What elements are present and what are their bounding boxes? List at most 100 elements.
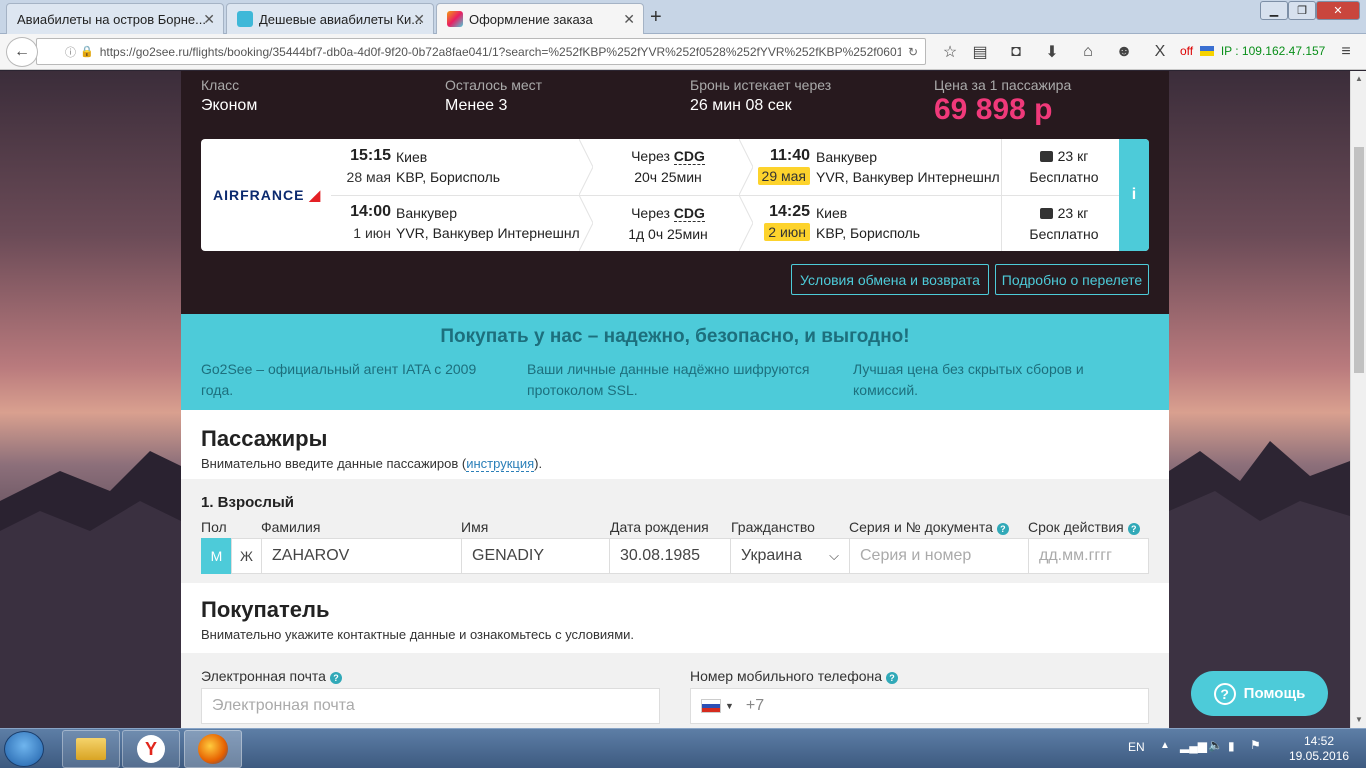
volume-icon[interactable]: 🔈 xyxy=(1208,738,1223,752)
passengers-subtitle: Внимательно введите данные пассажиров (и… xyxy=(201,456,1149,472)
via-airport-code[interactable]: CDG xyxy=(673,148,705,165)
help-question-icon[interactable]: ? xyxy=(329,672,342,684)
via-label: Через xyxy=(631,148,670,164)
name-input[interactable]: GENADIY xyxy=(461,538,610,574)
transfer-line: Через CDG xyxy=(601,203,735,224)
surname-input[interactable]: ZAHAROV xyxy=(261,538,462,574)
email-input[interactable]: Электронная почта xyxy=(201,688,660,724)
scroll-up-icon[interactable]: ▲ xyxy=(1351,71,1366,87)
download-icon[interactable]: ⬇ xyxy=(1038,39,1066,65)
phone-label-wrap: Номер мобильного телефона? xyxy=(690,668,899,684)
browser-tab-3[interactable]: Оформление заказа ✕ xyxy=(436,3,644,34)
leg1-departure-place: Киев KBP, Борисполь xyxy=(396,147,576,203)
windows-start-icon[interactable] xyxy=(4,731,44,767)
page-scrollbar[interactable]: ▲ ▼ xyxy=(1350,71,1366,728)
reload-icon[interactable]: ↻ xyxy=(901,45,925,59)
russia-flag-icon[interactable] xyxy=(701,699,721,713)
tray-expand-icon[interactable]: ▲ xyxy=(1160,740,1170,751)
passengers-title: Пассажиры xyxy=(201,426,328,451)
birth-date-input[interactable]: 30.08.1985 xyxy=(609,538,731,574)
browser-tab-1[interactable]: Авиабилеты на остров Борне... ✕ xyxy=(6,3,224,34)
phone-label: Номер мобильного телефона xyxy=(690,668,883,684)
airfrance-swoosh-icon: ◢ xyxy=(309,187,322,203)
leg1-arrival-place: Ванкувер YVR, Ванкувер Интернешнл xyxy=(816,147,1000,203)
subtitle-text: ). xyxy=(534,456,543,471)
citizenship-value: Украина xyxy=(741,547,802,564)
notification-icon[interactable]: ⚑ xyxy=(1250,738,1261,752)
x-extension-icon[interactable]: X xyxy=(1146,39,1174,65)
departure-city: Киев xyxy=(396,149,428,165)
address-bar[interactable]: ⓘ 🔒 https://go2see.ru/flights/booking/35… xyxy=(36,38,926,65)
window-close-icon[interactable]: ✕ xyxy=(1316,1,1360,20)
browser-tab-2[interactable]: Дешевые авиабилеты Ки... ✕ xyxy=(226,3,434,34)
help-question-icon[interactable]: ? xyxy=(886,672,899,684)
tab-title: Дешевые авиабилеты Ки... xyxy=(259,11,423,27)
via-airport-code[interactable]: CDG xyxy=(673,205,705,222)
language-indicator[interactable]: EN xyxy=(1128,740,1145,754)
battery-icon[interactable]: ▮ xyxy=(1228,739,1235,753)
pocket-icon[interactable]: ◘ xyxy=(1002,39,1030,65)
lock-icon: 🔒 xyxy=(80,46,94,58)
taskbar-clock[interactable]: 14:52 19.05.2016 xyxy=(1286,734,1352,764)
expires-info: Бронь истекает через 26 мин 08 сек xyxy=(690,77,831,115)
back-arrow-icon[interactable]: ← xyxy=(6,37,38,67)
scroll-down-icon[interactable]: ▼ xyxy=(1351,712,1366,728)
vpn-off-label: off xyxy=(1180,44,1194,58)
close-tab-icon[interactable]: ✕ xyxy=(623,11,635,28)
arrival-city: Ванкувер xyxy=(816,149,877,165)
gender-female-button[interactable]: Ж xyxy=(231,538,262,574)
scrollbar-thumb[interactable] xyxy=(1354,147,1364,373)
help-label: Помощь xyxy=(1243,685,1306,702)
seats-info: Осталось мест Менее 3 xyxy=(445,77,542,115)
document-number-input[interactable]: Серия и номер xyxy=(849,538,1029,574)
departure-time: 15:15 xyxy=(350,147,391,164)
leg2-departure-time: 14:00 1 июн xyxy=(341,203,391,251)
gender-male-button[interactable]: М xyxy=(201,538,232,574)
home-icon[interactable]: ⌂ xyxy=(1074,39,1102,65)
passenger-form: 1. Взрослый Пол Фамилия Имя Дата рождени… xyxy=(181,479,1169,583)
help-question-icon[interactable]: ? xyxy=(996,523,1009,535)
firefox-icon[interactable] xyxy=(184,730,242,768)
url-text[interactable]: https://go2see.ru/flights/booking/35444b… xyxy=(100,45,901,59)
ip-indicator[interactable]: off IP : 109.162.47.157 xyxy=(1180,44,1325,58)
windows-taskbar: Y EN ▲ ▂▄▆ 🔈 ▮ ⚑ 14:52 19.05.2016 xyxy=(0,728,1366,768)
baggage-icon xyxy=(1039,208,1053,219)
reading-list-icon[interactable]: ▤ xyxy=(966,39,994,65)
bookmark-star-icon[interactable]: ☆ xyxy=(936,39,964,65)
network-icon[interactable]: ▂▄▆ xyxy=(1180,739,1207,753)
yandex-browser-icon[interactable]: Y xyxy=(122,730,180,768)
flight-info-icon[interactable]: i xyxy=(1119,139,1149,251)
phone-input[interactable]: ▼ +7 xyxy=(690,688,1149,724)
caret-down-icon[interactable]: ▼ xyxy=(725,701,734,711)
smiley-icon[interactable]: ☻ xyxy=(1110,39,1138,65)
file-explorer-icon[interactable] xyxy=(62,730,120,768)
booking-content: Класс Эконом Осталось мест Менее 3 Бронь… xyxy=(181,71,1169,728)
close-tab-icon[interactable]: ✕ xyxy=(413,11,425,28)
info-icon[interactable]: ⓘ xyxy=(65,44,76,60)
expires-label: Бронь истекает через xyxy=(690,77,832,93)
leg2-arrival-time: 14:25 2 июн xyxy=(756,203,810,251)
minimize-icon[interactable]: ▁ xyxy=(1260,1,1288,20)
instruction-link[interactable]: инструкция xyxy=(466,456,535,472)
help-button[interactable]: ? Помощь xyxy=(1191,671,1328,716)
maximize-icon[interactable]: ❐ xyxy=(1288,1,1316,20)
browser-tab-bar: Авиабилеты на остров Борне... ✕ Дешевые … xyxy=(0,0,1366,34)
email-label: Электронная почта xyxy=(201,668,326,684)
document-expiry-input[interactable]: дд.мм.гггг xyxy=(1028,538,1149,574)
passenger-title: 1. Взрослый xyxy=(201,494,294,511)
flight-duration: 1д 0ч 25мин xyxy=(628,226,708,242)
menu-icon[interactable]: ≡ xyxy=(1332,39,1360,65)
exchange-conditions-button[interactable]: Условия обмена и возврата xyxy=(791,264,989,295)
citizenship-select[interactable]: Украина ⌵ xyxy=(730,538,850,574)
baggage-icon xyxy=(1039,151,1053,162)
departure-airport: KBP, Борисполь xyxy=(396,169,501,185)
close-tab-icon[interactable]: ✕ xyxy=(203,11,215,28)
browser-nav-bar: ⓘ 🔒 https://go2see.ru/flights/booking/35… xyxy=(0,34,1366,70)
tab-title: Оформление заказа xyxy=(469,11,593,27)
page-viewport: Класс Эконом Осталось мест Менее 3 Бронь… xyxy=(0,71,1350,728)
phone-prefix: +7 xyxy=(745,697,765,714)
help-question-icon[interactable]: ? xyxy=(1127,523,1140,535)
flight-details-button[interactable]: Подробно о перелете xyxy=(995,264,1149,295)
new-tab-icon[interactable]: + xyxy=(650,6,662,29)
baggage-weight: 23 кг xyxy=(1057,205,1089,221)
